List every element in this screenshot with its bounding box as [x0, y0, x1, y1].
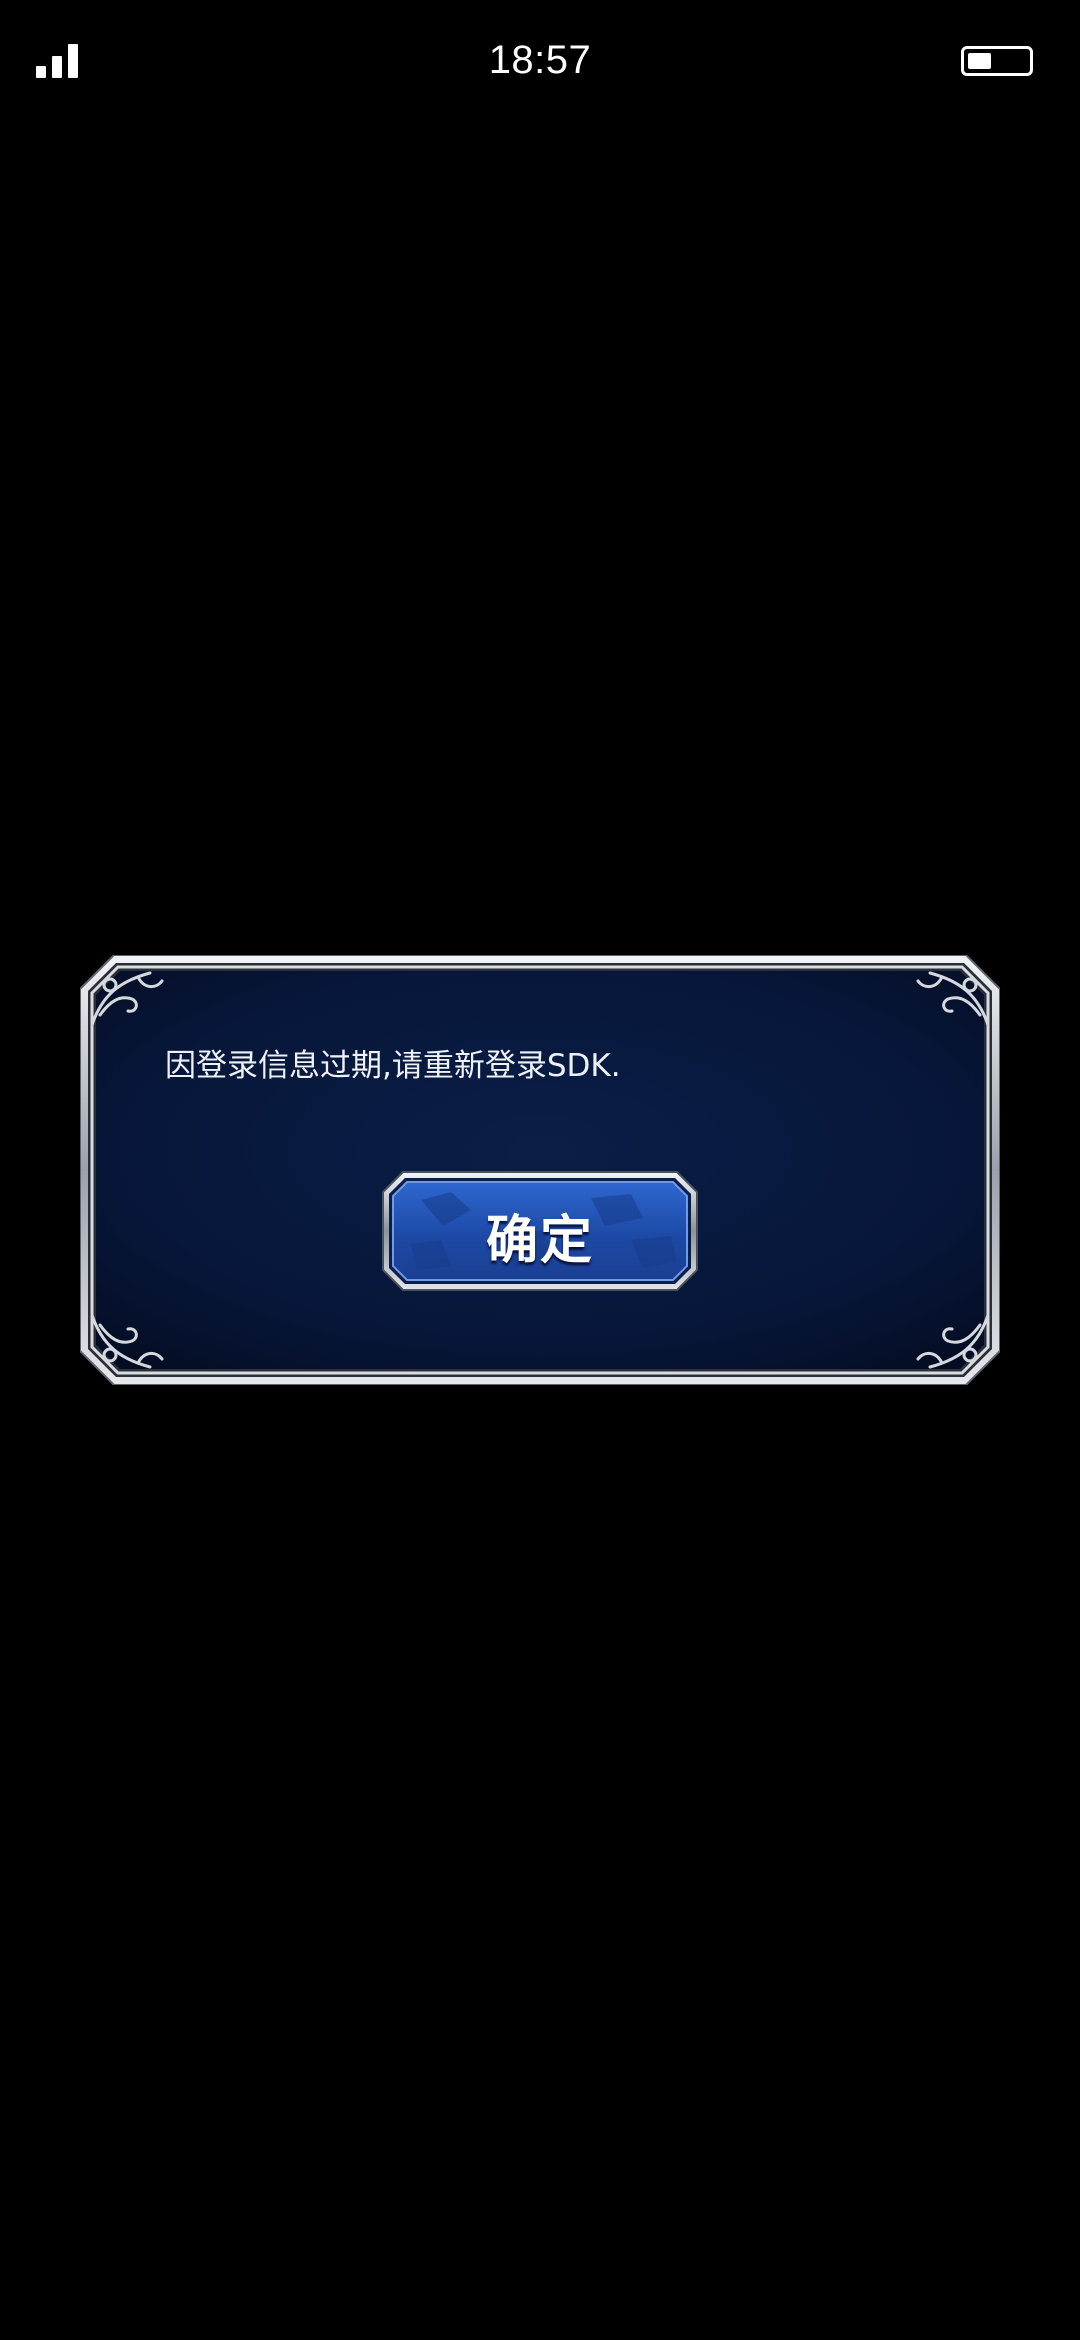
- status-time: 18:57: [488, 38, 592, 82]
- dialog-message: 因登录信息过期,请重新登录SDK.: [165, 1048, 621, 1084]
- confirm-button[interactable]: 确定: [381, 1170, 699, 1292]
- confirm-button-label: 确定: [485, 1211, 594, 1271]
- battery-level: [968, 53, 991, 69]
- status-bar: 18:57: [0, 0, 1080, 125]
- battery-icon: [961, 46, 1033, 76]
- screen: 18:57 因登录信息过期,请重新登录SDK. 确定: [0, 0, 1080, 2340]
